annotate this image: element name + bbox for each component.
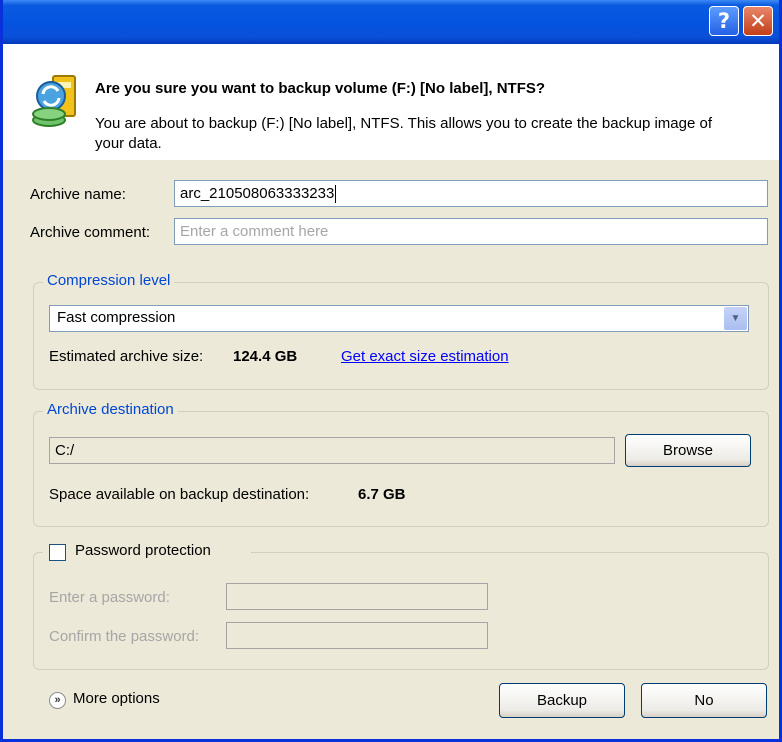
- destination-legend: Archive destination: [43, 401, 178, 418]
- exact-size-link[interactable]: Get exact size estimation: [341, 348, 509, 365]
- expand-chevron-icon[interactable]: »: [49, 692, 66, 709]
- confirm-password-input[interactable]: [226, 622, 488, 649]
- password-protection-checkbox[interactable]: [49, 544, 66, 561]
- compression-selected: Fast compression: [57, 309, 176, 326]
- space-available-label: Space available on backup destination:: [49, 486, 310, 503]
- confirm-password-label: Confirm the password:: [49, 628, 200, 645]
- backup-drive-icon: [32, 75, 76, 127]
- more-options-link[interactable]: More options: [73, 690, 160, 707]
- password-protection-label[interactable]: Password protection: [75, 542, 211, 559]
- destination-group: [33, 411, 769, 527]
- text-caret: [335, 185, 337, 204]
- archive-comment-input[interactable]: Enter a comment here: [174, 218, 768, 245]
- destination-path-field[interactable]: C:/: [49, 437, 615, 464]
- browse-button[interactable]: Browse: [625, 434, 751, 467]
- compression-legend: Compression level: [43, 272, 175, 289]
- password-group: [33, 552, 769, 670]
- confirm-description: You are about to backup (F:) [No label],…: [95, 115, 712, 152]
- archive-comment-label: Archive comment:: [30, 224, 151, 241]
- title-bar: ? ✕: [3, 0, 779, 44]
- space-available-value: 6.7 GB: [358, 486, 406, 503]
- chevron-down-icon[interactable]: ▼: [724, 307, 747, 330]
- close-button[interactable]: ✕: [743, 6, 773, 36]
- enter-password-input[interactable]: [226, 583, 488, 610]
- dialog-header: Are you sure you want to backup volume (…: [3, 44, 779, 160]
- backup-button[interactable]: Backup: [499, 683, 625, 718]
- estimated-size-label: Estimated archive size:: [49, 348, 204, 365]
- estimated-size-value: 124.4 GB: [233, 348, 298, 365]
- archive-name-label: Archive name:: [30, 186, 126, 203]
- archive-name-input[interactable]: arc_210508063333233: [174, 180, 768, 207]
- no-button[interactable]: No: [641, 683, 767, 718]
- enter-password-label: Enter a password:: [49, 589, 170, 606]
- backup-confirm-dialog: ? ✕ Are you sure you want to backup volu…: [0, 0, 782, 742]
- archive-name-value: arc_210508063333233: [180, 185, 335, 202]
- help-button[interactable]: ?: [709, 6, 739, 36]
- compression-group: [33, 282, 769, 390]
- confirm-title: Are you sure you want to backup volume (…: [95, 80, 546, 97]
- compression-select[interactable]: Fast compression ▼: [49, 305, 749, 332]
